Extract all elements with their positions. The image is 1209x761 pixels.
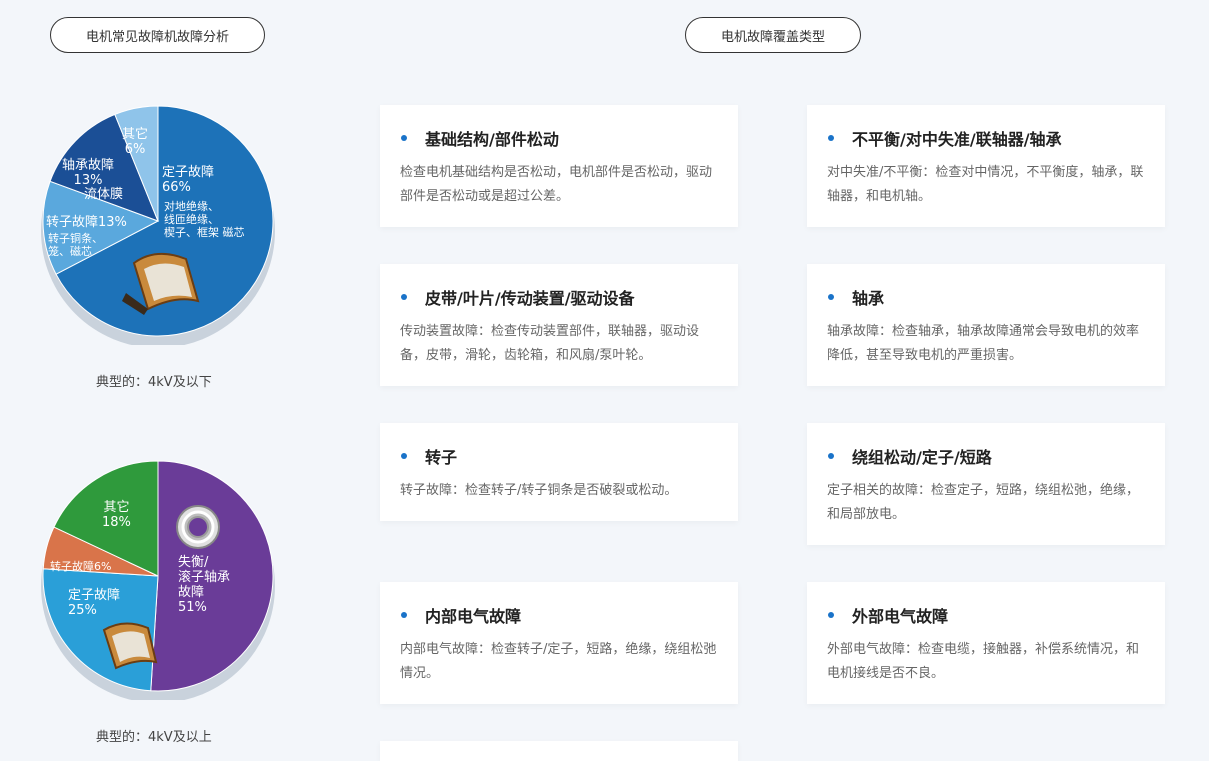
card-external-electrical[interactable]: 外部电气故障 外部电气故障：检查电缆，接触器，补偿系统情况，和电机接线是否不良。 [807, 582, 1165, 704]
card-title: 内部电气故障 [400, 606, 718, 626]
card-foundation-loose[interactable]: 基础结构/部件松动 检查电机基础结构是否松动，电机部件是否松动，驱动部件是否松动… [380, 105, 738, 227]
pie-chart-high-voltage: 失衡/ 滚子轴承 故障 51% 定子故障 25% 转子故障6% 其它 18% [38, 460, 278, 700]
pie-high-svg [41, 460, 275, 700]
card-title-text: 绕组松动/定子/短路 [852, 448, 992, 467]
pie-high-stator-name: 定子故障 [68, 588, 121, 603]
bullet-dot-icon [401, 453, 407, 459]
pie-low-stator-pct: 66% [162, 180, 191, 195]
pie-low-caption: 典型的：4kV及以下 [96, 375, 212, 390]
pie-high-label-stator: 定子故障 25% [68, 588, 120, 618]
pie-low-rotor-detail-1: 转子铜条、 [48, 232, 103, 245]
pie-high-other-pct: 18% [102, 515, 131, 530]
section-header-fault-coverage: 电机故障覆盖类型 [685, 17, 861, 53]
pie-low-bearing-pct: 13% [73, 173, 103, 188]
card-title-text: 外部电气故障 [852, 607, 949, 626]
card-title-text: 皮带/叶片/传动装置/驱动设备 [425, 289, 635, 308]
bullet-dot-icon [401, 294, 407, 300]
card-title-text: 轴承 [852, 289, 885, 308]
pie-high-rotor-name: 转子故障6% [50, 560, 112, 573]
card-description: 轴承故障：检查轴承，轴承故障通常会导致电机的效率降低，甚至导致电机的严重损害。 [827, 324, 1140, 363]
card-title: 不平衡/对中失准/联轴器/轴承 [827, 129, 1145, 149]
pie-low-label-stator: 定子故障 66% [162, 165, 214, 195]
pie-low-label-rotor: 转子故障13% [46, 215, 127, 230]
pie-low-stator-detail-2: 线匝绝缘、 [164, 213, 219, 226]
pie-low-rotor-detail-2: 笼、磁芯 [48, 245, 92, 258]
pie-high-stator-pct: 25% [68, 603, 97, 618]
pie-low-label-other: 其它 6% [122, 127, 148, 157]
card-description: 定子相关的故障：检查定子，短路，绕组松弛，绝缘，和局部放电。 [827, 483, 1140, 522]
pie-low-label-stator-detail: 对地绝缘、 线匝绝缘、 楔子、框架 磁芯 [164, 200, 245, 239]
pie-high-imbalance-pct: 51% [178, 600, 207, 615]
card-title: 绕组松动/定子/短路 [827, 447, 1145, 467]
pie-high-label-imbalance: 失衡/ 滚子轴承 故障 51% [178, 555, 230, 615]
card-partial-next [380, 741, 738, 761]
pie-low-other-pct: 6% [124, 142, 146, 157]
pie-low-rotor-name: 转子故障13% [46, 215, 127, 230]
bearing-illustration [176, 505, 220, 549]
pie-low-stator-detail-1: 对地绝缘、 [164, 200, 219, 213]
card-title: 转子 [400, 447, 718, 467]
card-bearing[interactable]: 轴承 轴承故障：检查轴承，轴承故障通常会导致电机的效率降低，甚至导致电机的严重损… [807, 264, 1165, 386]
pie-low-label-bearing-detail: 流体膜 [84, 187, 123, 202]
card-title: 基础结构/部件松动 [400, 129, 718, 149]
pie-high-imbalance-line1: 失衡/ [178, 555, 209, 570]
card-belt-drive[interactable]: 皮带/叶片/传动装置/驱动设备 传动装置故障：检查传动装置部件，联轴器，驱动设备… [380, 264, 738, 386]
pie-low-label-rotor-detail: 转子铜条、 笼、磁芯 [48, 232, 103, 258]
card-description: 外部电气故障：检查电缆，接触器，补偿系统情况，和电机接线是否不良。 [827, 642, 1140, 681]
card-title: 轴承 [827, 288, 1145, 308]
card-description: 检查电机基础结构是否松动，电机部件是否松动，驱动部件是否松动或是超过公差。 [400, 165, 713, 204]
card-rotor[interactable]: 转子 转子故障：检查转子/转子铜条是否破裂或松动。 [380, 423, 738, 521]
card-title-text: 不平衡/对中失准/联轴器/轴承 [852, 130, 1062, 149]
bullet-dot-icon [828, 612, 834, 618]
pie-high-caption: 典型的：4kV及以上 [96, 730, 212, 745]
pie-high-other-name: 其它 [103, 500, 130, 515]
bullet-dot-icon [828, 294, 834, 300]
card-description: 转子故障：检查转子/转子铜条是否破裂或松动。 [400, 483, 678, 498]
card-description: 对中失准/不平衡：检查对中情况，不平衡度，轴承，联轴器，和电机轴。 [827, 165, 1144, 204]
card-imbalance-alignment[interactable]: 不平衡/对中失准/联轴器/轴承 对中失准/不平衡：检查对中情况，不平衡度，轴承，… [807, 105, 1165, 227]
pie-high-imbalance-line2: 滚子轴承 [178, 570, 231, 585]
card-title-text: 基础结构/部件松动 [425, 130, 559, 149]
pie-low-other-name: 其它 [122, 127, 149, 142]
pie-low-bearing-name: 轴承故障 [62, 158, 115, 173]
bullet-dot-icon [401, 612, 407, 618]
card-internal-electrical[interactable]: 内部电气故障 内部电气故障：检查转子/定子，短路，绝缘，绕组松弛情况。 [380, 582, 738, 704]
bullet-dot-icon [828, 453, 834, 459]
card-description: 内部电气故障：检查转子/定子，短路，绝缘，绕组松弛情况。 [400, 642, 717, 681]
pie-high-label-rotor: 转子故障6% [50, 560, 111, 573]
card-winding-stator-short[interactable]: 绕组松动/定子/短路 定子相关的故障：检查定子，短路，绕组松弛，绝缘，和局部放电… [807, 423, 1165, 545]
pie-chart-low-voltage: 定子故障 66% 对地绝缘、 线匝绝缘、 楔子、框架 磁芯 转子故障13% 转子… [38, 105, 278, 345]
card-title-text: 转子 [425, 448, 458, 467]
card-title-text: 内部电气故障 [425, 607, 522, 626]
card-title: 皮带/叶片/传动装置/驱动设备 [400, 288, 718, 308]
bullet-dot-icon [828, 135, 834, 141]
pie-high-label-other: 其它 18% [102, 500, 131, 530]
pie-low-stator-name: 定子故障 [162, 165, 215, 180]
pie-low-bearing-detail: 流体膜 [84, 187, 124, 202]
pie-high-imbalance-line3: 故障 [178, 585, 205, 600]
card-description: 传动装置故障：检查传动装置部件，联轴器，驱动设备，皮带，滑轮，齿轮箱，和风扇/泵… [400, 324, 700, 363]
pie-low-stator-detail-3: 楔子、框架 磁芯 [164, 226, 245, 239]
pie-low-label-bearing: 轴承故障 13% [62, 158, 114, 188]
section-header-fault-analysis: 电机常见故障机故障分析 [50, 17, 265, 53]
bullet-dot-icon [401, 135, 407, 141]
card-title: 外部电气故障 [827, 606, 1145, 626]
